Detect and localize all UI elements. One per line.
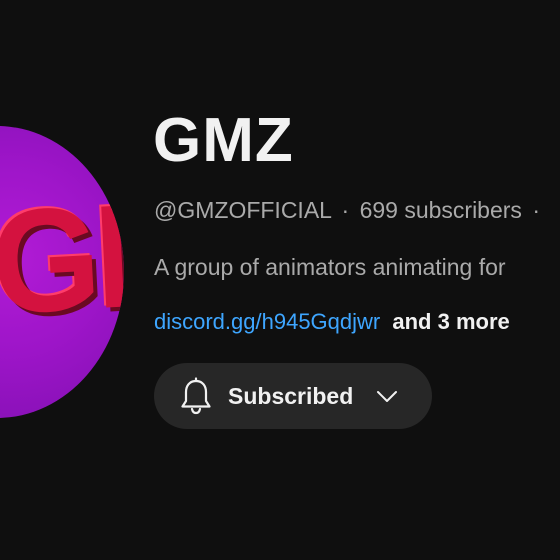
bell-icon	[178, 377, 214, 415]
channel-name: GMZ	[153, 106, 294, 175]
chevron-down-icon[interactable]	[375, 384, 399, 408]
channel-meta: @GMZOFFICIAL · 699 subscribers ·	[154, 197, 544, 224]
channel-description[interactable]: A group of animators animating for	[154, 254, 506, 281]
meta-separator-trailing: ·	[532, 197, 540, 223]
subscriber-count: 699 subscribers	[359, 197, 522, 223]
channel-links: discord.gg/h945Gqdjwr and 3 more	[154, 309, 510, 335]
meta-separator: ·	[341, 197, 350, 223]
avatar-logo-text: GMZ	[0, 164, 124, 346]
channel-header: GMZ GMZ @GMZOFFICIAL · 699 subscribers ·…	[0, 0, 560, 560]
subscribed-label: Subscribed	[228, 382, 354, 409]
channel-avatar[interactable]: GMZ	[0, 126, 124, 418]
channel-handle: @GMZOFFICIAL	[154, 197, 332, 223]
more-links-button[interactable]: and 3 more	[392, 309, 509, 334]
subscribed-button[interactable]: Subscribed	[154, 363, 432, 429]
discord-link[interactable]: discord.gg/h945Gqdjwr	[154, 309, 380, 334]
